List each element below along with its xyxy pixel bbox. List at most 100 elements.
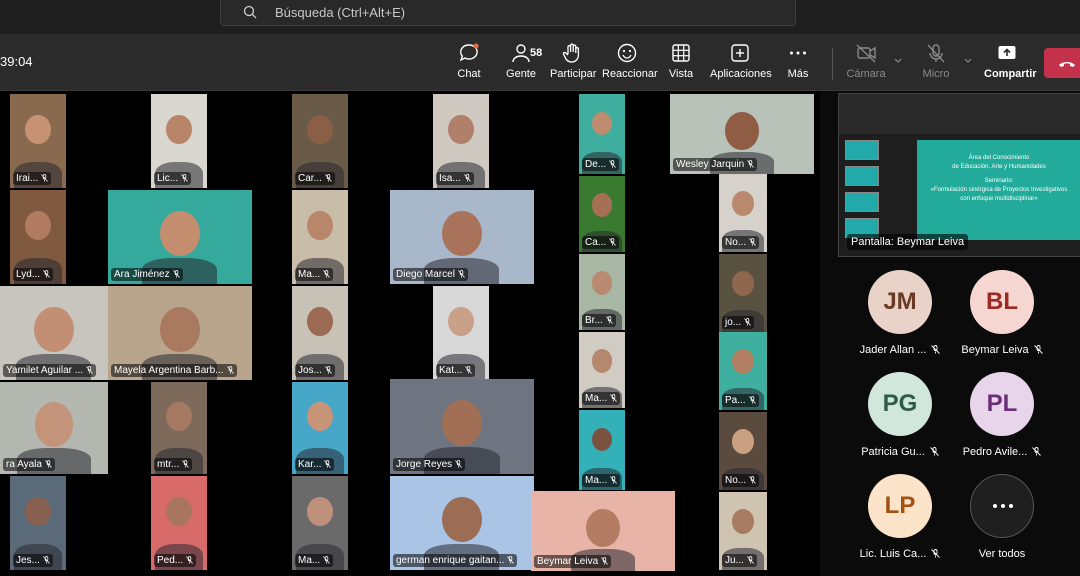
mic-muted-icon [323, 556, 331, 564]
mic-muted-icon [324, 460, 332, 468]
mic-muted-icon [609, 238, 616, 246]
leave-button[interactable] [1044, 48, 1080, 78]
participant-face [586, 508, 620, 548]
mic-options-chevron-icon[interactable] [964, 57, 972, 65]
participant-video-tile[interactable]: Kat... [433, 286, 489, 380]
participant-video-tile[interactable]: No... [719, 412, 767, 490]
participant-video-tile[interactable]: german enrique gaitan... [390, 476, 534, 570]
participant-video-tile[interactable]: ra Ayala [0, 382, 108, 474]
participant-video-tile[interactable]: Yamilet Aguilar ... [0, 286, 108, 380]
participant-name: Pa... [725, 395, 746, 406]
mic-muted-icon [323, 270, 331, 278]
chat-label: Chat [457, 68, 481, 80]
participant-name: Ma... [298, 555, 321, 566]
more-button[interactable]: Más [786, 42, 810, 86]
mic-muted-icon [172, 270, 180, 278]
participant-name: Diego Marcel [396, 269, 455, 280]
roster-participant[interactable]: PL Pedro Avile... [942, 364, 1062, 464]
mic-button[interactable]: Micro [918, 42, 954, 86]
mic-muted-icon [605, 316, 613, 324]
participant-face [732, 349, 754, 374]
participant-video-tile[interactable]: Ca... [579, 176, 625, 252]
participant-video-tile[interactable]: Wesley Jarquin [670, 94, 814, 174]
participant-roster: JM Jader Allan ... BL Beymar Leiva PG Patrici… [830, 262, 1080, 576]
participant-face [591, 348, 613, 373]
hand-icon [562, 43, 580, 63]
participant-face [307, 210, 333, 240]
people-button[interactable]: 58 Gente [500, 42, 542, 86]
participant-video-tile[interactable]: De... [579, 94, 625, 174]
participant-video-tile[interactable]: Kar... [292, 382, 348, 474]
slide-line: Área del Conocimiento [968, 155, 1030, 161]
participant-video-tile[interactable]: Jos... [292, 286, 348, 380]
camera-button[interactable]: Cámara [846, 42, 886, 86]
participant-name: mtr... [157, 459, 180, 470]
participant-video-tile[interactable]: Ma... [292, 190, 348, 284]
participant-video-tile[interactable]: Ma... [579, 332, 625, 408]
view-button[interactable]: Vista [666, 42, 696, 86]
react-button[interactable]: Reaccionar [602, 42, 658, 86]
participant-video-tile[interactable]: Diego Marcel [390, 190, 534, 284]
participant-name: No... [725, 237, 747, 248]
mic-muted-icon [325, 174, 332, 182]
participant-face [166, 496, 192, 526]
participant-video-tile[interactable]: Ped... [151, 476, 207, 570]
participant-name-label: Isa... [436, 172, 474, 185]
participant-video-tile[interactable]: Pa... [719, 332, 767, 410]
slide-text: Área del Conocimiento de Educación, Arte … [917, 140, 1080, 203]
participant-name: Jorge Reyes [396, 459, 453, 470]
mic-muted-icon [744, 318, 751, 326]
chat-button[interactable]: Chat [452, 42, 486, 86]
participant-video-tile[interactable]: Ma... [579, 410, 625, 490]
participant-video-tile[interactable]: Isa... [433, 94, 489, 188]
participant-name: Kat... [439, 365, 463, 376]
participant-name: Car... [298, 173, 322, 184]
raise-hand-button[interactable]: Participar [550, 42, 596, 86]
participant-face [307, 306, 333, 336]
participant-video-tile[interactable]: Ara Jiménez [108, 190, 252, 284]
mic-muted-icon [226, 366, 234, 374]
participant-face [34, 306, 74, 353]
participant-name: jo... [725, 317, 742, 328]
mic-muted-icon [610, 476, 618, 484]
apps-button[interactable]: Aplicaciones [710, 42, 772, 86]
mic-muted-icon [931, 549, 941, 558]
participant-video-tile[interactable]: Car... [292, 94, 348, 188]
mic-label: Micro [922, 68, 950, 80]
participant-video-tile[interactable]: Jes... [10, 476, 66, 570]
camera-options-chevron-icon[interactable] [894, 57, 902, 65]
participant-face [166, 402, 192, 432]
participant-face [732, 509, 754, 534]
camera-off-icon [856, 44, 876, 63]
participant-video-tile[interactable]: Mayela Argentina Barb... [108, 286, 252, 380]
participant-name-label: Ma... [295, 268, 334, 281]
participant-face [448, 306, 474, 336]
participant-video-tile[interactable]: mtr... [151, 382, 207, 474]
mic-muted-icon [45, 460, 52, 468]
participant-video-tile[interactable]: Jorge Reyes [390, 379, 534, 474]
participant-name-label: Br... [582, 314, 616, 327]
see-all-button[interactable]: Ver todos [942, 466, 1062, 566]
participant-name-label: Diego Marcel [393, 268, 468, 281]
participant-video-tile[interactable]: Lyd... [10, 190, 66, 284]
participant-face [25, 210, 51, 240]
share-button[interactable]: Compartir [984, 42, 1037, 86]
participant-video-tile[interactable]: Ma... [292, 476, 348, 570]
participant-name-label: Jorge Reyes [393, 458, 466, 471]
shared-screen[interactable]: Área del Conocimiento de Educación, Arte … [838, 93, 1080, 257]
participant-video-tile[interactable]: No... [719, 174, 767, 252]
participant-video-tile[interactable]: Irai... [10, 94, 66, 188]
participant-name: Lyd... [16, 269, 41, 280]
participant-face [591, 192, 613, 217]
people-icon [512, 44, 530, 63]
search-placeholder: Búsqueda (Ctrl+Alt+E) [275, 5, 406, 20]
roster-participant[interactable]: BL Beymar Leiva [942, 262, 1062, 362]
participant-video-tile[interactable]: jo... [719, 254, 767, 332]
participant-video-tile[interactable]: Br... [579, 254, 625, 330]
toolbar-divider [832, 48, 833, 80]
participant-video-tile[interactable]: Lic... [151, 94, 207, 188]
search-box[interactable]: Búsqueda (Ctrl+Alt+E) [220, 0, 796, 26]
participant-video-tile[interactable]: Ju... [719, 492, 767, 570]
participant-video-tile[interactable]: Beymar Leiva [531, 491, 675, 571]
meeting-timer: 39:04 [0, 54, 33, 69]
